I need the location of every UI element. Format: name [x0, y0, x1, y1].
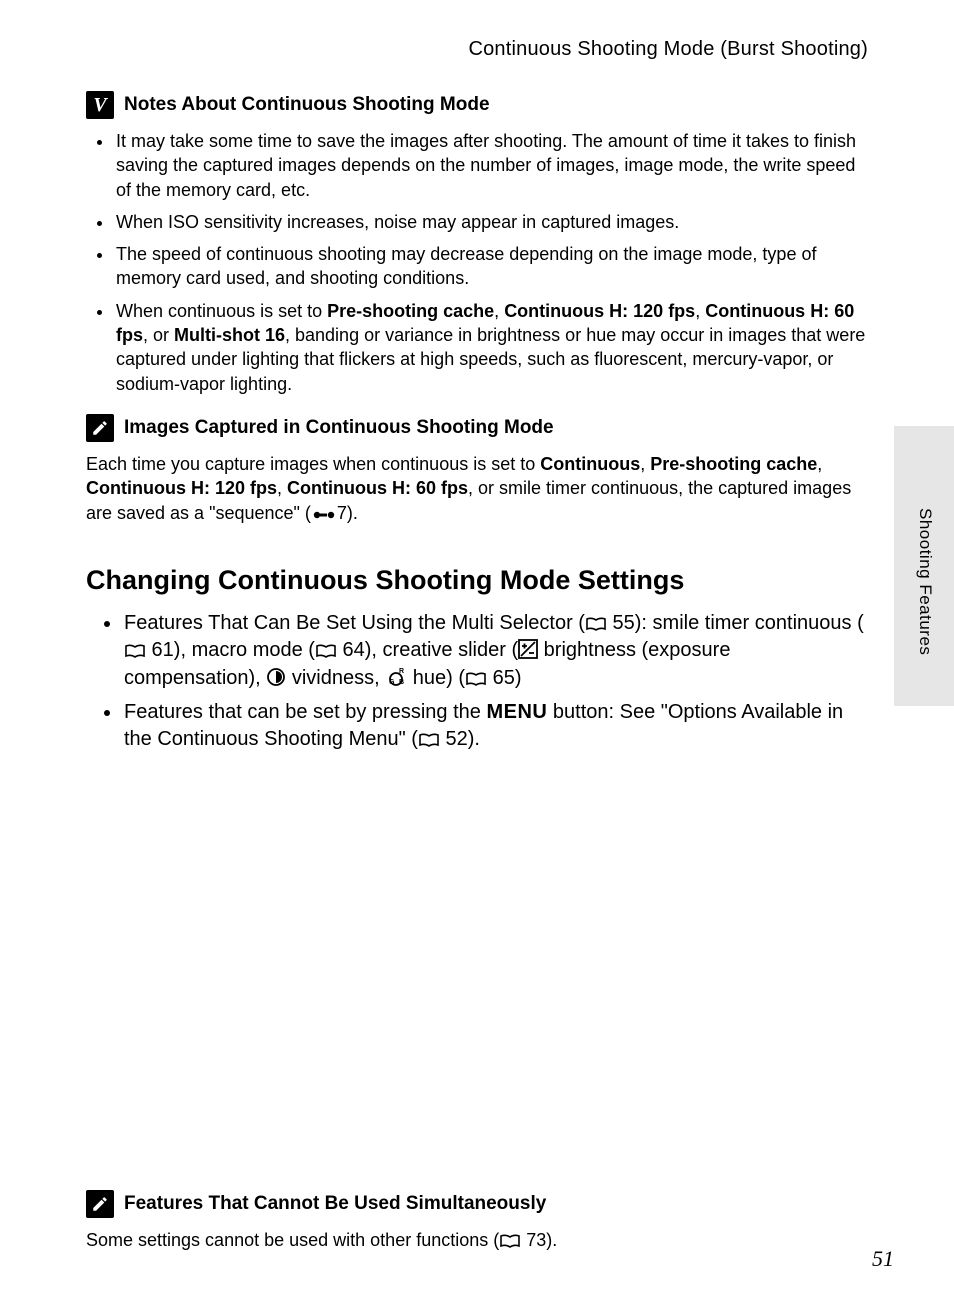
reference-icon [311, 508, 337, 522]
hue-icon: GBR [385, 667, 407, 687]
book-icon [418, 732, 440, 748]
vividness-icon [266, 667, 286, 687]
images-captured-para: Each time you capture images when contin… [86, 452, 868, 525]
bottom-note-heading: Features That Cannot Be Used Simultaneou… [86, 1190, 868, 1218]
images-captured-title: Images Captured in Continuous Shooting M… [124, 417, 554, 439]
svg-text:B: B [399, 679, 404, 686]
notes-title: Notes About Continuous Shooting Mode [124, 94, 490, 116]
images-captured-heading: Images Captured in Continuous Shooting M… [86, 414, 868, 442]
notes-heading: V Notes About Continuous Shooting Mode [86, 91, 868, 119]
page: Continuous Shooting Mode (Burst Shooting… [0, 0, 954, 1314]
notes-list: It may take some time to save the images… [86, 129, 868, 396]
page-number: 51 [872, 1246, 894, 1272]
images-captured-block: Images Captured in Continuous Shooting M… [86, 414, 868, 525]
book-icon [499, 1233, 521, 1249]
bottom-note-block: Features That Cannot Be Used Simultaneou… [86, 1190, 868, 1260]
list-item: Features That Can Be Set Using the Multi… [122, 610, 868, 693]
list-item: When continuous is set to Pre-shooting c… [114, 299, 868, 396]
pencil-icon [86, 1190, 114, 1218]
bottom-note-text: Some settings cannot be used with other … [86, 1228, 868, 1252]
list-item: When ISO sensitivity increases, noise ma… [114, 210, 868, 234]
book-icon [585, 616, 607, 632]
list-item: Features that can be set by pressing the… [122, 699, 868, 754]
book-icon [315, 643, 337, 659]
side-label: Shooting Features [915, 508, 935, 655]
svg-text:R: R [399, 668, 404, 675]
bottom-note-title: Features That Cannot Be Used Simultaneou… [124, 1193, 546, 1215]
svg-text:G: G [389, 679, 395, 686]
list-item: It may take some time to save the images… [114, 129, 868, 202]
notes-block: V Notes About Continuous Shooting Mode I… [86, 91, 868, 396]
pencil-icon [86, 414, 114, 442]
changing-settings-heading: Changing Continuous Shooting Mode Settin… [86, 565, 868, 596]
warning-icon: V [86, 91, 114, 119]
changing-list: Features That Can Be Set Using the Multi… [86, 610, 868, 754]
menu-text: MENU [486, 701, 547, 723]
list-item: The speed of continuous shooting may dec… [114, 242, 868, 291]
book-icon [465, 671, 487, 687]
book-icon [124, 643, 146, 659]
exposure-icon [518, 639, 538, 659]
running-head: Continuous Shooting Mode (Burst Shooting… [86, 38, 868, 61]
